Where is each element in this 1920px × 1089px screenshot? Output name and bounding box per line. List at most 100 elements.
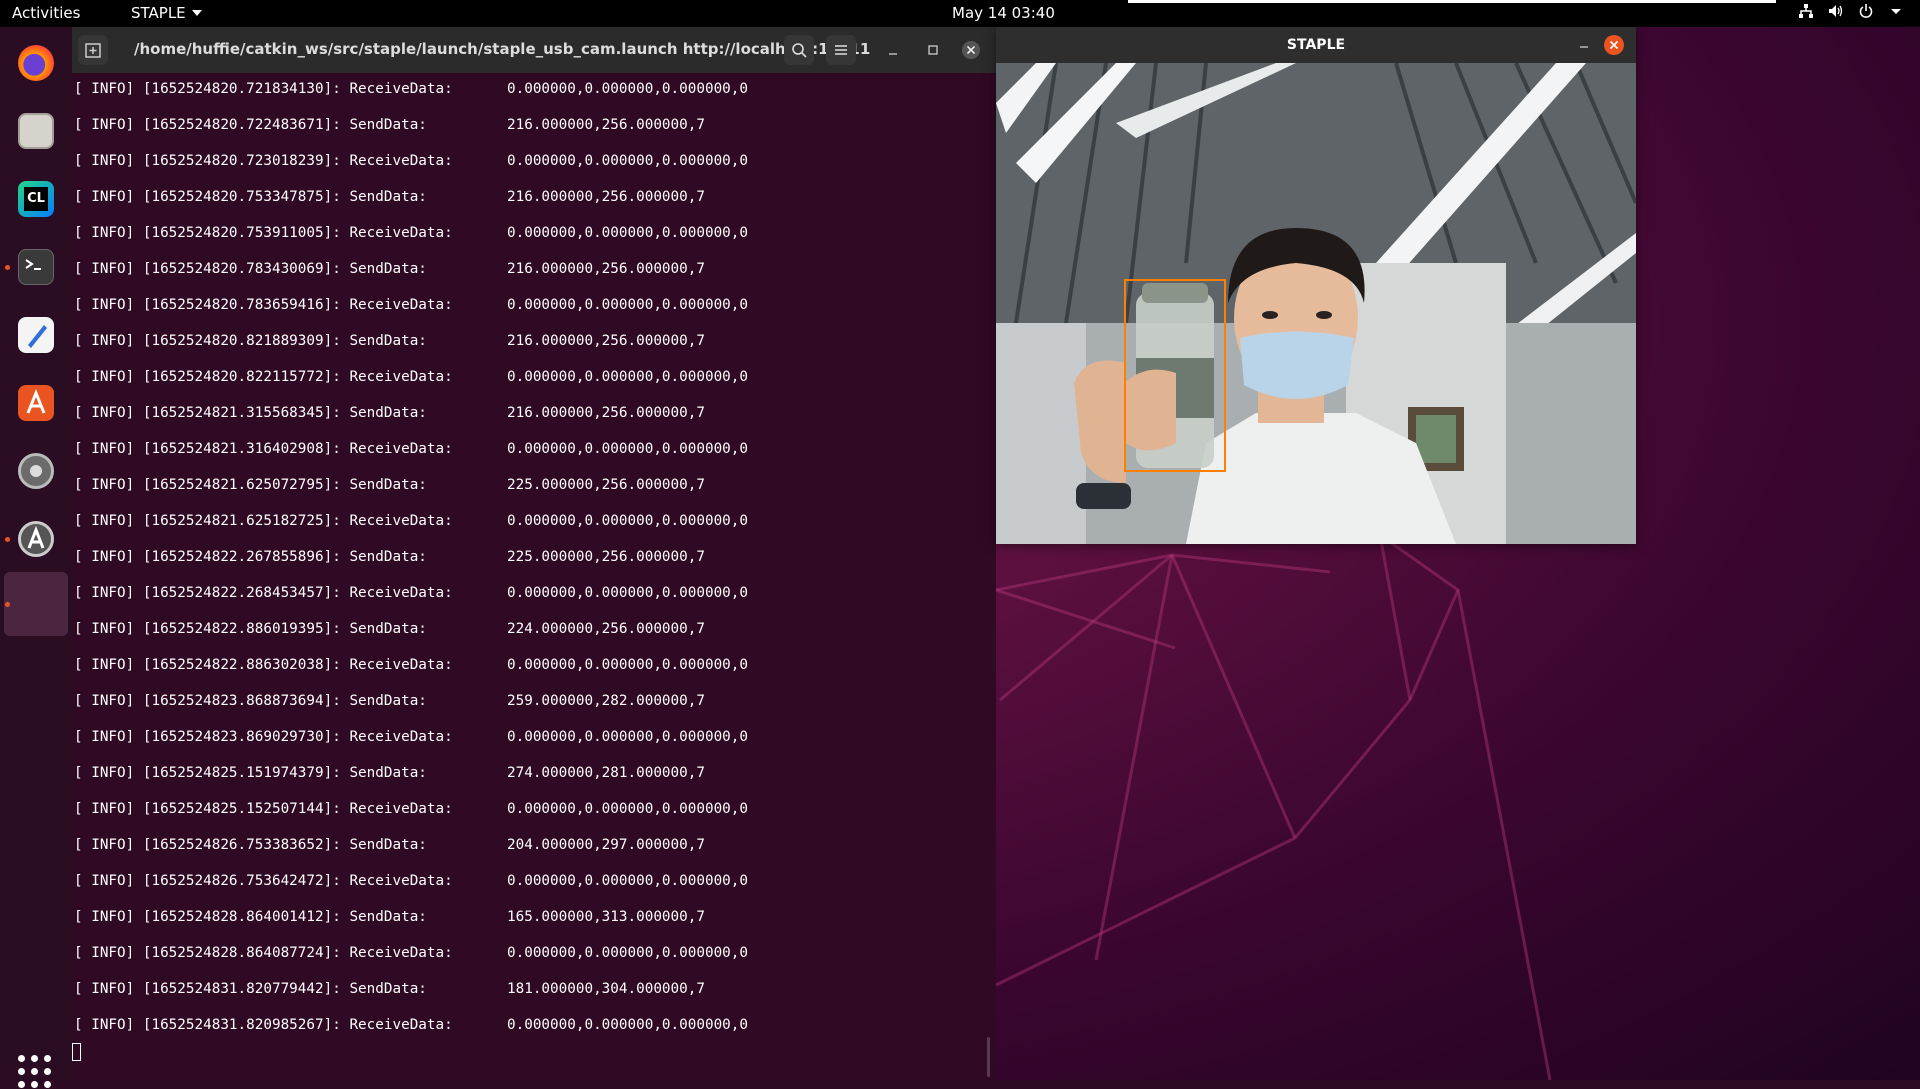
log-message: [ INFO] [1652524821.625182725]: ReceiveD…	[74, 513, 453, 529]
dock-item-terminal[interactable]	[5, 239, 64, 295]
minimize-button[interactable]	[1574, 35, 1594, 55]
log-message: [ INFO] [1652524820.723018239]: ReceiveD…	[74, 153, 453, 169]
dock-item-software-updater[interactable]	[5, 511, 64, 567]
log-message: [ INFO] [1652524820.722483671]: SendData…	[74, 117, 427, 133]
log-message: [ INFO] [1652524820.753911005]: ReceiveD…	[74, 225, 453, 241]
clion-icon-label: CL	[24, 187, 48, 211]
log-message: [ INFO] [1652524820.821889309]: SendData…	[74, 333, 427, 349]
terminal-titlebar[interactable]: /home/huffie/catkin_ws/src/staple/launch…	[72, 27, 996, 73]
terminal-window[interactable]: /home/huffie/catkin_ws/src/staple/launch…	[72, 27, 996, 1080]
log-message: [ INFO] [1652524820.783430069]: SendData…	[74, 261, 427, 277]
dock-item-firefox[interactable]	[8, 35, 64, 91]
terminal-log-line: [ INFO] [1652524822.268453457]: ReceiveD…	[74, 585, 974, 605]
terminal-log-line: [ INFO] [1652524828.864087724]: ReceiveD…	[74, 945, 974, 965]
dock-item-software-center[interactable]	[8, 375, 64, 431]
volume-icon[interactable]	[1828, 3, 1844, 19]
terminal-log-line: [ INFO] [1652524831.820985267]: ReceiveD…	[74, 1017, 974, 1037]
terminal-log-line: [ INFO] [1652524820.753347875]: SendData…	[74, 189, 974, 209]
terminal-log-line: [ INFO] [1652524820.783659416]: ReceiveD…	[74, 297, 974, 317]
minimize-button[interactable]	[878, 35, 908, 65]
terminal-scrollbar[interactable]	[987, 1037, 990, 1077]
power-icon[interactable]	[1858, 3, 1874, 19]
log-value: 0.000000,0.000000,0.000000,0	[507, 513, 749, 529]
staple-window[interactable]: STAPLE	[996, 27, 1636, 544]
terminal-log-line: [ INFO] [1652524821.315568345]: SendData…	[74, 405, 974, 425]
dock-item-clion[interactable]: CL	[8, 171, 64, 227]
files-icon	[18, 113, 54, 149]
terminal-log-line: [ INFO] [1652524822.886019395]: SendData…	[74, 621, 974, 641]
log-value: 0.000000,0.000000,0.000000,0	[507, 1017, 749, 1033]
log-message: [ INFO] [1652524825.151974379]: SendData…	[74, 765, 427, 781]
terminal-log-line: [ INFO] [1652524825.152507144]: ReceiveD…	[74, 801, 974, 821]
staple-titlebar[interactable]: STAPLE	[996, 27, 1636, 63]
log-message: [ INFO] [1652524822.886019395]: SendData…	[74, 621, 427, 637]
terminal-log-line: [ INFO] [1652524831.820779442]: SendData…	[74, 981, 974, 1001]
search-button[interactable]	[784, 35, 814, 65]
terminal-log-line: [ INFO] [1652524828.864001412]: SendData…	[74, 909, 974, 929]
log-message: [ INFO] [1652524823.868873694]: SendData…	[74, 693, 427, 709]
hamburger-menu-icon	[835, 45, 847, 55]
app-menu-button[interactable]: STAPLE	[131, 4, 202, 22]
top-bar: Activities STAPLE May 14 03:40	[0, 0, 1920, 27]
log-message: [ INFO] [1652524828.864001412]: SendData…	[74, 909, 427, 925]
dock-item-staple[interactable]	[4, 572, 68, 636]
log-message: [ INFO] [1652524821.316402908]: ReceiveD…	[74, 441, 453, 457]
terminal-log-line: [ INFO] [1652524820.722483671]: SendData…	[74, 117, 974, 137]
activities-button[interactable]: Activities	[12, 4, 80, 22]
log-value: 0.000000,0.000000,0.000000,0	[507, 585, 749, 601]
log-value: 0.000000,0.000000,0.000000,0	[507, 729, 749, 745]
close-icon	[962, 41, 980, 59]
terminal-log-line: [ INFO] [1652524821.625182725]: ReceiveD…	[74, 513, 974, 533]
maximize-button[interactable]	[918, 35, 948, 65]
dock-item-files[interactable]	[8, 103, 64, 159]
log-message: [ INFO] [1652524826.753383652]: SendData…	[74, 837, 427, 853]
log-message: [ INFO] [1652524820.822115772]: ReceiveD…	[74, 369, 453, 385]
terminal-cursor	[72, 1043, 81, 1061]
clock[interactable]: May 14 03:40	[952, 4, 1055, 22]
log-value: 0.000000,0.000000,0.000000,0	[507, 81, 749, 97]
clion-icon: CL	[18, 181, 54, 217]
network-icon[interactable]	[1798, 3, 1814, 19]
log-value: 0.000000,0.000000,0.000000,0	[507, 225, 749, 241]
terminal-log-line: [ INFO] [1652524822.886302038]: ReceiveD…	[74, 657, 974, 677]
terminal-log-line: [ INFO] [1652524820.822115772]: ReceiveD…	[74, 369, 974, 389]
minimize-icon	[889, 53, 897, 55]
new-tab-button[interactable]	[78, 35, 108, 65]
chevron-down-icon[interactable]	[1888, 3, 1904, 19]
chevron-down-icon	[191, 10, 202, 16]
firefox-icon	[18, 45, 54, 81]
terminal-log-line: [ INFO] [1652524821.625072795]: SendData…	[74, 477, 974, 497]
close-button[interactable]	[1604, 35, 1624, 55]
dock-item-text-editor[interactable]	[8, 307, 64, 363]
terminal-output[interactable]: [ INFO] [1652524820.721834130]: ReceiveD…	[72, 73, 996, 1080]
show-applications-icon[interactable]	[18, 1055, 52, 1089]
top-progress-line	[1128, 0, 1776, 3]
log-value: 165.000000,313.000000,7	[507, 909, 705, 925]
maximize-icon	[928, 45, 938, 55]
log-value: 0.000000,0.000000,0.000000,0	[507, 873, 749, 889]
tracking-bounding-box	[1124, 279, 1226, 472]
terminal-log-line: [ INFO] [1652524821.316402908]: ReceiveD…	[74, 441, 974, 461]
log-value: 0.000000,0.000000,0.000000,0	[507, 657, 749, 673]
new-tab-icon	[85, 43, 101, 58]
terminal-icon	[18, 249, 54, 285]
close-button[interactable]	[956, 35, 986, 65]
log-value: 224.000000,256.000000,7	[507, 621, 705, 637]
log-value: 216.000000,256.000000,7	[507, 117, 705, 133]
running-indicator	[5, 265, 10, 270]
dock-item-settings[interactable]	[8, 443, 64, 499]
system-tray[interactable]	[1798, 3, 1904, 19]
log-message: [ INFO] [1652524820.783659416]: ReceiveD…	[74, 297, 453, 313]
running-indicator	[5, 537, 10, 542]
search-icon	[792, 43, 807, 58]
log-value: 216.000000,256.000000,7	[507, 189, 705, 205]
log-message: [ INFO] [1652524822.267855896]: SendData…	[74, 549, 427, 565]
log-message: [ INFO] [1652524822.886302038]: ReceiveD…	[74, 657, 453, 673]
log-message: [ INFO] [1652524825.152507144]: ReceiveD…	[74, 801, 453, 817]
menu-button[interactable]	[826, 35, 856, 65]
log-message: [ INFO] [1652524826.753642472]: ReceiveD…	[74, 873, 453, 889]
terminal-log-line: [ INFO] [1652524820.783430069]: SendData…	[74, 261, 974, 281]
log-message: [ INFO] [1652524828.864087724]: ReceiveD…	[74, 945, 453, 961]
close-icon	[1609, 40, 1619, 50]
log-message: [ INFO] [1652524831.820779442]: SendData…	[74, 981, 427, 997]
